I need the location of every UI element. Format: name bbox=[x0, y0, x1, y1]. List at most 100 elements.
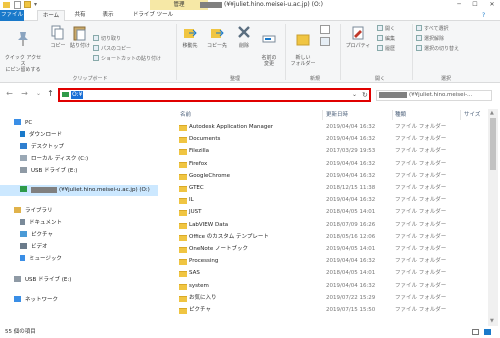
file-name: JUST bbox=[189, 209, 202, 216]
column-header-type[interactable]: 種類 bbox=[395, 110, 406, 120]
folder-icon bbox=[179, 271, 187, 278]
open-label: 開く bbox=[385, 26, 396, 32]
file-type: ファイル フォルダー bbox=[395, 172, 447, 179]
select-none-button[interactable]: 選択解除 bbox=[416, 35, 444, 44]
nav-documents[interactable]: ドキュメント bbox=[20, 218, 62, 228]
copy-to-button[interactable]: コピー先 bbox=[206, 25, 228, 49]
easy-access-icon[interactable] bbox=[320, 37, 330, 46]
table-row[interactable]: Firefox 2019/04/04 16:32 ファイル フォルダー bbox=[174, 159, 488, 170]
address-bar[interactable] bbox=[58, 88, 371, 102]
table-row[interactable]: SAS 2018/04/05 14:01 ファイル フォルダー bbox=[174, 268, 488, 279]
nav-videos[interactable]: ビデオ bbox=[20, 242, 48, 252]
paste-shortcut-button[interactable]: ショートカットの貼り付け bbox=[93, 55, 161, 64]
column-header-size[interactable]: サイズ bbox=[464, 110, 480, 120]
properties-quick-icon[interactable] bbox=[14, 1, 21, 9]
new-folder-quick-icon[interactable] bbox=[24, 1, 31, 8]
music-icon bbox=[20, 255, 25, 261]
folder-icon bbox=[179, 125, 187, 131]
table-row[interactable]: system 2019/04/04 16:32 ファイル フォルダー bbox=[174, 281, 488, 292]
nav-usb-drive[interactable]: USB ドライブ (E:) bbox=[20, 166, 77, 176]
open-group-label: 開く bbox=[374, 76, 385, 82]
tab-file[interactable]: ファイル bbox=[0, 10, 24, 21]
nav-music[interactable]: ミュージック bbox=[20, 254, 62, 264]
address-text[interactable]: O:¥ bbox=[71, 91, 84, 99]
table-row[interactable]: JUST 2018/04/05 14:01 ファイル フォルダー bbox=[174, 207, 488, 218]
new-folder-button[interactable]: 新しい フォルダー bbox=[290, 25, 316, 67]
copy-label: コピー bbox=[50, 43, 66, 49]
table-row[interactable]: Filezilla 2017/03/29 19:53 ファイル フォルダー bbox=[174, 146, 488, 157]
ribbon-separator bbox=[176, 24, 177, 80]
copy-path-icon bbox=[93, 45, 99, 51]
help-icon[interactable]: ? bbox=[482, 12, 485, 19]
folder-icon bbox=[179, 234, 187, 241]
back-button[interactable]: ← bbox=[5, 89, 14, 98]
nav-network[interactable]: ネットワーク bbox=[14, 295, 58, 305]
minimize-button[interactable]: ─ bbox=[451, 0, 467, 10]
table-row[interactable]: OneNote ノートブック 2019/04/05 14:01 ファイル フォルダー bbox=[174, 244, 488, 255]
table-row[interactable]: GoogleChrome 2019/04/04 16:32 ファイル フォルダー bbox=[174, 171, 488, 182]
table-row[interactable]: Autodesk Application Manager 2019/04/04 1… bbox=[174, 122, 488, 133]
open-button[interactable]: 開く bbox=[377, 25, 395, 34]
cut-button[interactable]: 切り取り bbox=[93, 35, 121, 44]
table-row[interactable]: Processing 2019/04/04 16:32 ファイル フォルダー bbox=[174, 256, 488, 267]
nav-pc[interactable]: PC bbox=[14, 118, 32, 128]
move-to-button[interactable]: 移動先 bbox=[180, 25, 200, 49]
nav-network-drive[interactable]: (¥¥juliet.hino.meisei-u.ac.jp) (O:) bbox=[20, 185, 150, 195]
nav-library[interactable]: ライブラリ bbox=[14, 206, 53, 216]
close-button[interactable]: ✕ bbox=[484, 0, 500, 10]
invert-selection-button[interactable]: 選択の切り替え bbox=[416, 45, 459, 54]
table-row[interactable]: お気に入り 2019/07/22 15:29 ファイル フォルダー bbox=[174, 293, 488, 304]
scrollbar-thumb[interactable] bbox=[490, 118, 496, 170]
table-row[interactable]: Office のカスタム テンプレート 2018/05/16 12:06 ファイル … bbox=[174, 232, 488, 243]
properties-label: プロパティ bbox=[345, 43, 371, 49]
table-row[interactable]: IL 2019/04/04 16:32 ファイル フォルダー bbox=[174, 195, 488, 206]
nav-usb-drive-2[interactable]: USB ドライブ (E:) bbox=[14, 275, 71, 285]
tab-view[interactable]: 表示 bbox=[96, 10, 120, 21]
details-view-icon[interactable] bbox=[472, 329, 479, 335]
nav-library-label: ライブラリ bbox=[25, 208, 53, 214]
properties-button[interactable]: プロパティ bbox=[343, 25, 373, 49]
tab-share[interactable]: 共有 bbox=[68, 10, 92, 21]
search-box[interactable]: (¥¥juliet.hino.meisei-... bbox=[376, 90, 492, 101]
file-type: ファイル フォルダー bbox=[395, 307, 447, 313]
column-header-date[interactable]: 更新日時 bbox=[326, 110, 348, 120]
open-icon bbox=[377, 25, 383, 31]
nav-network-label: ネットワーク bbox=[25, 297, 59, 303]
qat-dropdown-icon[interactable]: ▾ bbox=[34, 0, 37, 10]
paste-button[interactable]: 貼り付け bbox=[69, 25, 91, 49]
table-row[interactable]: ピクチャ 2019/07/15 15:50 ファイル フォルダー bbox=[174, 305, 488, 316]
forward-button[interactable]: → bbox=[20, 89, 29, 98]
nav-pictures[interactable]: ピクチャ bbox=[20, 230, 53, 240]
copy-to-label: コピー先 bbox=[206, 43, 227, 49]
large-icons-view-icon[interactable] bbox=[484, 329, 491, 335]
table-row[interactable]: LabVIEW Data 2018/07/09 16:26 ファイル フォルダー bbox=[174, 220, 488, 231]
file-type: ファイル フォルダー bbox=[395, 209, 447, 216]
pin-quick-access-button[interactable]: クイック アクセス にピン留めする bbox=[3, 25, 43, 73]
scroll-down-icon[interactable]: ▼ bbox=[490, 318, 494, 324]
file-date: 2019/04/04 16:32 bbox=[326, 197, 376, 204]
column-header-name[interactable]: 名前 bbox=[180, 110, 191, 120]
up-button[interactable]: ↑ bbox=[46, 89, 55, 98]
edit-button[interactable]: 編集 bbox=[377, 35, 395, 44]
refresh-icon[interactable]: ↻ bbox=[362, 90, 368, 100]
tab-drive-tools[interactable]: ドライブ ツール bbox=[124, 10, 182, 21]
recent-locations-button[interactable]: ⌄ bbox=[34, 89, 43, 98]
table-row[interactable]: GTEC 2018/12/15 11:38 ファイル フォルダー bbox=[174, 183, 488, 194]
history-button[interactable]: 履歴 bbox=[377, 45, 395, 54]
scroll-up-icon[interactable]: ▲ bbox=[490, 110, 494, 116]
select-all-button[interactable]: すべて選択 bbox=[416, 25, 448, 34]
rename-button[interactable]: 名前の 変更 bbox=[258, 25, 280, 67]
delete-button[interactable]: 削除 bbox=[236, 25, 252, 49]
nav-local-disk[interactable]: ローカル ディスク (C:) bbox=[20, 154, 88, 164]
file-name: IL bbox=[189, 197, 194, 204]
nav-downloads[interactable]: ダウンロード bbox=[20, 130, 62, 140]
address-dropdown-icon[interactable]: ⌄ bbox=[352, 90, 357, 100]
new-item-icon[interactable] bbox=[320, 25, 330, 34]
copy-path-button[interactable]: パスのコピー bbox=[93, 45, 131, 54]
nav-desktop[interactable]: デスクトップ bbox=[20, 142, 64, 152]
copy-button[interactable]: コピー bbox=[48, 25, 68, 49]
file-type: ファイル フォルダー bbox=[395, 185, 447, 191]
table-row[interactable]: Documents 2019/04/04 16:32 ファイル フォルダー bbox=[174, 134, 488, 145]
file-type: ファイル フォルダー bbox=[395, 124, 447, 130]
maximize-button[interactable]: ☐ bbox=[467, 0, 483, 10]
